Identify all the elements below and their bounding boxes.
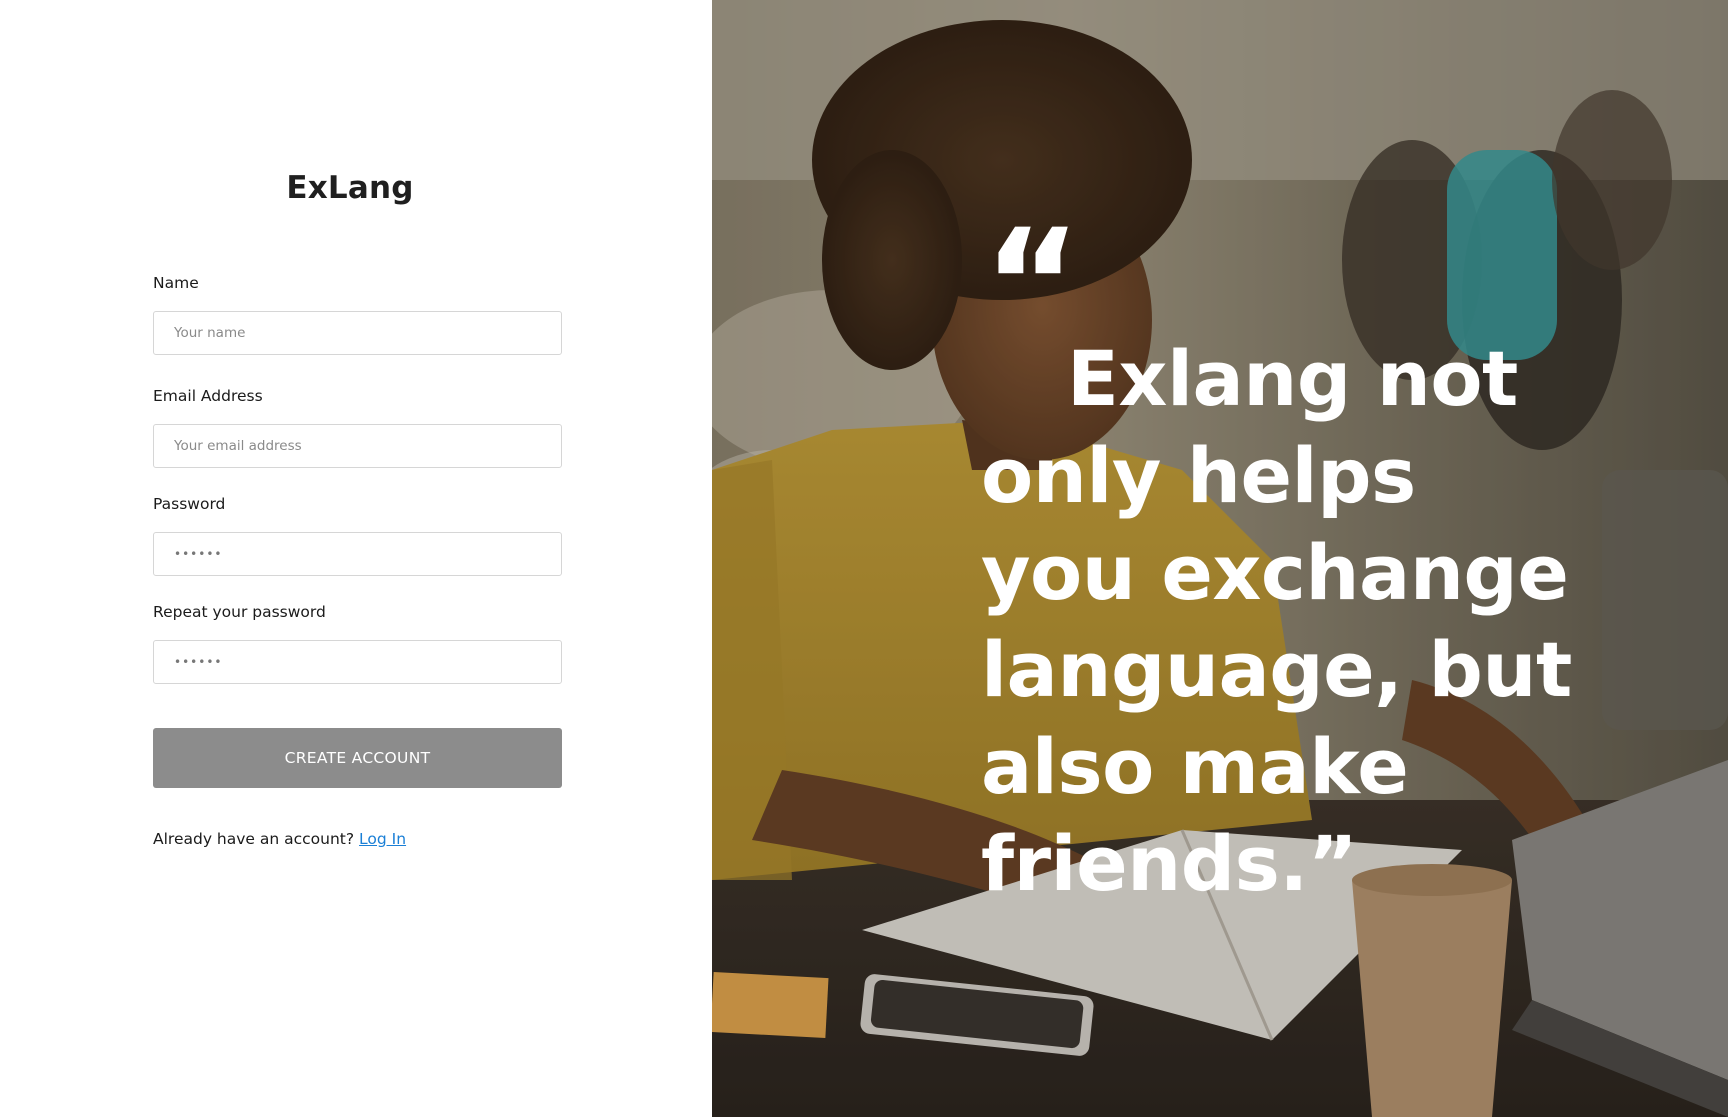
login-link[interactable]: Log In <box>359 830 406 848</box>
hero-quote: Exlang not only helps you exchange langu… <box>981 334 1572 908</box>
password-group: Password <box>153 493 562 576</box>
repeat-password-input[interactable] <box>153 640 562 684</box>
password-label: Password <box>153 495 226 513</box>
name-label: Name <box>153 274 199 292</box>
password-input[interactable] <box>153 532 562 576</box>
signup-form: Name Email Address Password Repeat your … <box>153 272 562 848</box>
email-group: Email Address <box>153 385 562 468</box>
login-prompt-row: Already have an account? Log In <box>153 830 562 848</box>
signup-panel: ExLang Name Email Address Password Repea… <box>0 0 712 1117</box>
brand-logo: ExLang <box>286 170 414 206</box>
create-account-button[interactable]: CREATE ACCOUNT <box>153 728 562 788</box>
email-input[interactable] <box>153 424 562 468</box>
name-group: Name <box>153 272 562 355</box>
name-input[interactable] <box>153 311 562 355</box>
repeat-password-label: Repeat your password <box>153 603 326 621</box>
login-prompt-text: Already have an account? <box>153 830 355 848</box>
repeat-password-group: Repeat your password <box>153 601 562 684</box>
email-label: Email Address <box>153 387 263 405</box>
signup-page: ExLang Name Email Address Password Repea… <box>0 0 1728 1117</box>
